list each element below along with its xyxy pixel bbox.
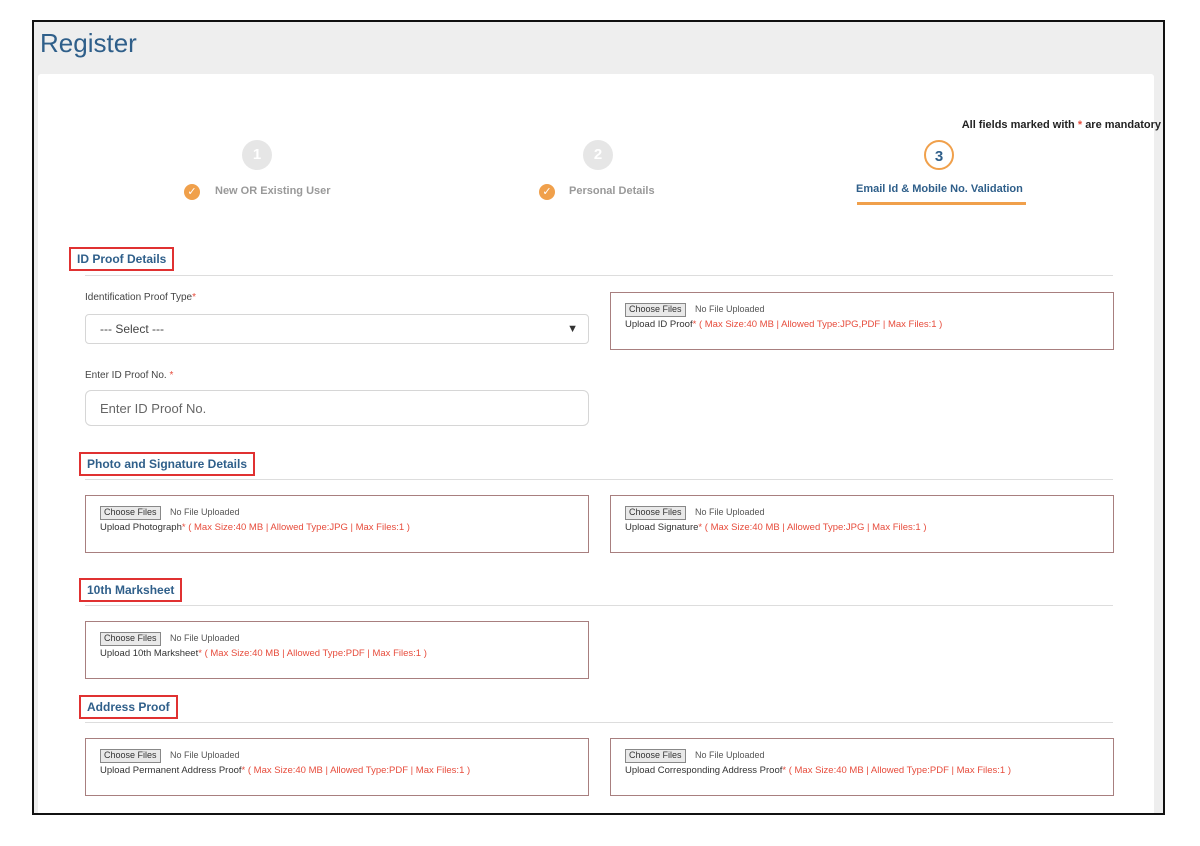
id-proof-type-select[interactable]: --- Select --- ▼	[85, 314, 589, 344]
section-title-address-proof: Address Proof	[79, 695, 178, 719]
required-star: *	[782, 765, 787, 776]
permanent-address-upload-label: Upload Permanent Address Proof* ( Max Si…	[100, 765, 470, 776]
id-proof-type-selected: --- Select ---	[100, 322, 164, 336]
corresponding-address-file-status: No File Uploaded	[695, 750, 765, 760]
dropdown-arrow-icon: ▼	[567, 323, 578, 335]
id-proof-upload-label-text: Upload ID Proof	[625, 319, 693, 330]
id-proof-choose-files-button[interactable]: Choose Files	[625, 303, 686, 317]
permanent-address-upload: Choose Files No File Uploaded Upload Per…	[85, 738, 589, 796]
marksheet-file-status: No File Uploaded	[170, 633, 240, 643]
photo-upload-info: ( Max Size:40 MB | Allowed Type:JPG | Ma…	[188, 522, 410, 533]
id-proof-upload-info: ( Max Size:40 MB | Allowed Type:JPG,PDF …	[698, 319, 943, 330]
marksheet-upload: Choose Files No File Uploaded Upload 10t…	[85, 621, 589, 679]
step-3-label[interactable]: Email Id & Mobile No. Validation	[856, 183, 1023, 195]
section-title-marksheet: 10th Marksheet	[79, 578, 183, 602]
section-title-photo-signature: Photo and Signature Details	[79, 452, 256, 476]
marksheet-upload-label-text: Upload 10th Marksheet	[100, 648, 199, 659]
signature-file-status: No File Uploaded	[695, 507, 765, 517]
id-proof-file-status: No File Uploaded	[695, 304, 765, 314]
required-star: *	[698, 522, 703, 533]
section-divider	[85, 479, 1113, 480]
marksheet-upload-label: Upload 10th Marksheet* ( Max Size:40 MB …	[100, 648, 427, 659]
required-star: *	[192, 292, 197, 303]
photo-upload-label-text: Upload Photograph	[100, 522, 182, 533]
required-star: *	[198, 648, 202, 659]
signature-choose-files-button[interactable]: Choose Files	[625, 506, 686, 520]
permanent-address-upload-info: ( Max Size:40 MB | Allowed Type:PDF | Ma…	[247, 765, 471, 776]
required-star: *	[1077, 119, 1083, 131]
permanent-address-choose-files-button[interactable]: Choose Files	[100, 749, 161, 763]
id-proof-number-label-text: Enter ID Proof No.	[85, 370, 167, 381]
id-proof-number-input[interactable]	[85, 390, 589, 426]
marksheet-choose-files-button[interactable]: Choose Files	[100, 632, 161, 646]
photo-upload-label: Upload Photograph* ( Max Size:40 MB | Al…	[100, 522, 410, 533]
check-icon: ✓	[539, 184, 555, 200]
section-title-id-proof: ID Proof Details	[69, 247, 175, 271]
step-2-number[interactable]: 2	[583, 140, 613, 170]
signature-upload-label-text: Upload Signature	[625, 522, 699, 533]
id-proof-type-label: Identification Proof Type*	[85, 292, 196, 303]
signature-upload: Choose Files No File Uploaded Upload Sig…	[610, 495, 1114, 553]
photo-file-status: No File Uploaded	[170, 507, 240, 517]
corresponding-address-upload: Choose Files No File Uploaded Upload Cor…	[610, 738, 1114, 796]
photo-choose-files-button[interactable]: Choose Files	[100, 506, 161, 520]
section-divider	[85, 722, 1113, 723]
mandatory-note-prefix: All fields marked with	[961, 119, 1075, 131]
marksheet-upload-info: ( Max Size:40 MB | Allowed Type:PDF | Ma…	[204, 648, 427, 659]
permanent-address-file-status: No File Uploaded	[170, 750, 240, 760]
corresponding-address-upload-label-text: Upload Corresponding Address Proof	[625, 765, 783, 776]
required-star: *	[169, 370, 174, 381]
register-window: Register All fields marked with * are ma…	[32, 20, 1165, 815]
permanent-address-upload-label-text: Upload Permanent Address Proof	[100, 765, 242, 776]
mandatory-note-suffix: are mandatory	[1085, 119, 1161, 131]
photo-upload: Choose Files No File Uploaded Upload Pho…	[85, 495, 589, 553]
signature-upload-label: Upload Signature* ( Max Size:40 MB | All…	[625, 522, 927, 533]
check-icon: ✓	[184, 184, 200, 200]
id-proof-upload-label: Upload ID Proof* ( Max Size:40 MB | Allo…	[625, 319, 942, 330]
id-proof-type-label-text: Identification Proof Type	[85, 292, 193, 303]
step-1-label[interactable]: New OR Existing User	[215, 185, 331, 197]
corresponding-address-choose-files-button[interactable]: Choose Files	[625, 749, 686, 763]
signature-upload-info: ( Max Size:40 MB | Allowed Type:JPG | Ma…	[704, 522, 927, 533]
page-title: Register	[40, 28, 137, 58]
step-2-label[interactable]: Personal Details	[569, 185, 655, 197]
section-divider	[85, 605, 1113, 606]
required-star: *	[181, 522, 186, 533]
required-star: *	[692, 319, 697, 330]
corresponding-address-upload-info: ( Max Size:40 MB | Allowed Type:PDF | Ma…	[788, 765, 1011, 776]
id-proof-number-label: Enter ID Proof No. *	[85, 370, 173, 381]
active-step-underline	[857, 202, 1026, 205]
step-1-number[interactable]: 1	[242, 140, 272, 170]
step-3-number[interactable]: 3	[924, 140, 954, 170]
mandatory-note: All fields marked with * are mandatory	[962, 119, 1161, 131]
corresponding-address-upload-label: Upload Corresponding Address Proof* ( Ma…	[625, 765, 1011, 776]
register-panel: All fields marked with * are mandatory 1…	[38, 74, 1161, 813]
id-proof-upload: Choose Files No File Uploaded Upload ID …	[610, 292, 1114, 350]
required-star: *	[241, 765, 246, 776]
section-divider	[85, 275, 1113, 276]
